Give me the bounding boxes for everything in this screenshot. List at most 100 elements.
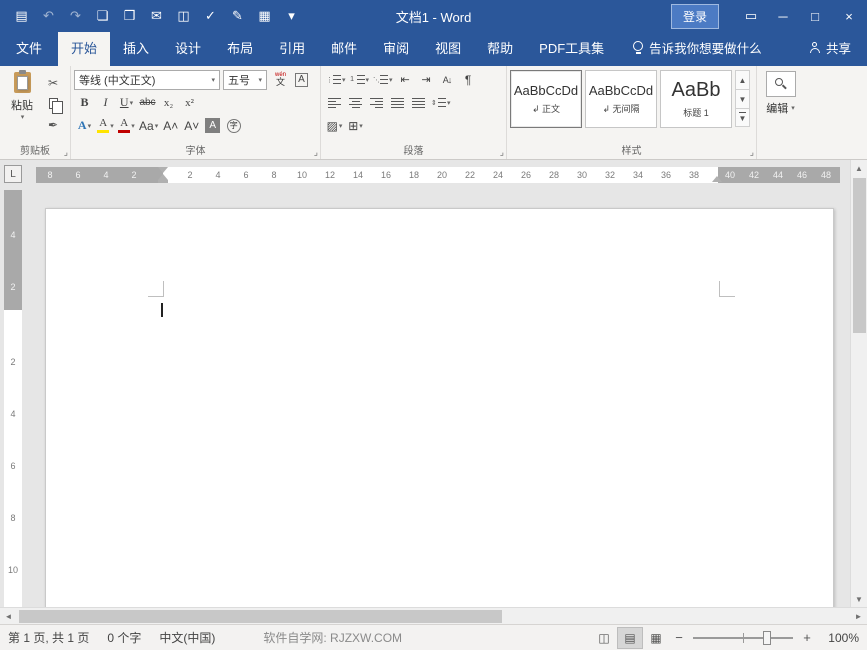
redo-icon[interactable]: ↷	[62, 3, 89, 29]
tab-layout[interactable]: 布局	[214, 30, 266, 66]
save-icon[interactable]: ▤	[8, 3, 35, 29]
undo-icon[interactable]: ↶	[35, 3, 62, 29]
tab-pdf-tools[interactable]: PDF工具集	[526, 30, 617, 66]
tab-view[interactable]: 视图	[422, 30, 474, 66]
justify-button[interactable]	[387, 93, 408, 113]
vertical-scroll-track[interactable]	[851, 176, 867, 591]
sort-button[interactable]: A↓	[437, 70, 458, 90]
zoom-slider[interactable]	[693, 630, 793, 645]
find-button[interactable]	[765, 71, 796, 97]
ribbon-display-options-icon[interactable]: ▭	[735, 0, 767, 32]
font-color-button[interactable]: A ▾	[116, 116, 137, 136]
scroll-left-button[interactable]: ◄	[0, 608, 17, 624]
new-document-icon[interactable]: ❏	[89, 3, 116, 29]
dialog-launcher-icon[interactable]: ⌟	[64, 148, 68, 157]
numbering-button[interactable]: 1 ▾	[348, 70, 372, 90]
maximize-button[interactable]: □	[799, 0, 831, 32]
shrink-font-button[interactable]: A˅	[181, 116, 202, 136]
email-icon[interactable]: ✉	[143, 3, 170, 29]
align-left-button[interactable]	[324, 93, 345, 113]
spelling-check-icon[interactable]: ✓	[197, 3, 224, 29]
tab-mailings[interactable]: 邮件	[318, 30, 370, 66]
highlight-color-button[interactable]: A ▾	[95, 116, 116, 136]
decrease-indent-button[interactable]: ⇤	[395, 70, 416, 90]
vertical-scrollbar[interactable]: ▲ ▼	[850, 160, 867, 607]
tab-file[interactable]: 文件	[0, 30, 58, 66]
dialog-launcher-icon[interactable]: ⌟	[314, 148, 318, 157]
text-effects-button[interactable]: A ▾	[74, 116, 95, 136]
tell-me-box[interactable]: 告诉我你想要做什么	[633, 38, 762, 66]
zoom-level[interactable]: 100%	[817, 631, 859, 645]
align-center-button[interactable]	[345, 93, 366, 113]
multilevel-list-button[interactable]: ⋱ ▾	[371, 70, 395, 90]
scroll-right-button[interactable]: ►	[850, 608, 867, 624]
phonetic-guide-button[interactable]: wén 文	[270, 70, 291, 90]
font-size-combobox[interactable]: 五号 ▾	[223, 69, 267, 90]
borders-button[interactable]: ⊞ ▾	[345, 116, 366, 136]
table-icon[interactable]: ▦	[251, 3, 278, 29]
document-page[interactable]	[45, 208, 834, 607]
page-info[interactable]: 第 1 页, 共 1 页	[8, 629, 89, 646]
shading-button[interactable]: ▨ ▾	[324, 116, 345, 136]
bold-button[interactable]: B	[74, 93, 95, 113]
style-card-normal[interactable]: AaBbCcDd ↲ 正文	[510, 70, 582, 128]
character-shading-button[interactable]: A	[202, 116, 223, 136]
format-painter-button[interactable]: ✒	[41, 115, 65, 134]
tab-review[interactable]: 审阅	[370, 30, 422, 66]
zoom-slider-thumb[interactable]	[763, 630, 771, 645]
style-card-no-spacing[interactable]: AaBbCcDd ↲ 无间隔	[585, 70, 657, 128]
pencil-icon[interactable]: ✎	[224, 3, 251, 29]
first-line-indent-marker[interactable]	[158, 167, 168, 173]
dialog-launcher-icon[interactable]: ⌟	[500, 148, 504, 157]
zoom-in-button[interactable]: +	[797, 627, 817, 649]
editing-menu-button[interactable]: 编辑 ▾	[760, 100, 801, 116]
line-spacing-button[interactable]: ⇕ ▾	[429, 93, 453, 113]
dialog-launcher-icon[interactable]: ⌟	[750, 148, 754, 157]
change-case-button[interactable]: Aa ▾	[137, 116, 160, 136]
styles-more-button[interactable]: ▼	[735, 108, 750, 127]
font-name-combobox[interactable]: 等线 (中文正文) ▾	[74, 69, 220, 90]
bullets-button[interactable]: ⋮ ▾	[324, 70, 348, 90]
paste-button[interactable]: 粘贴 ▾	[3, 69, 41, 134]
print-preview-icon[interactable]: ◫	[170, 3, 197, 29]
right-indent-marker[interactable]	[712, 176, 722, 182]
tab-design[interactable]: 设计	[162, 30, 214, 66]
minimize-button[interactable]: ─	[767, 0, 799, 32]
language-indicator[interactable]: 中文(中国)	[159, 629, 215, 646]
tab-home[interactable]: 开始	[58, 30, 111, 66]
align-right-button[interactable]	[366, 93, 387, 113]
horizontal-scroll-thumb[interactable]	[19, 610, 503, 623]
scroll-down-button[interactable]: ▼	[851, 591, 867, 607]
word-count[interactable]: 0 个字	[107, 629, 141, 646]
qat-customize-icon[interactable]: ▾	[278, 3, 305, 29]
copy-button[interactable]	[41, 94, 65, 114]
web-layout-button[interactable]: ▦	[643, 627, 669, 649]
superscript-button[interactable]: x²	[179, 93, 200, 113]
subscript-button[interactable]: x₂	[158, 93, 179, 113]
strikethrough-button[interactable]: abc	[137, 93, 158, 113]
zoom-out-button[interactable]: −	[669, 627, 689, 649]
tab-help[interactable]: 帮助	[474, 30, 526, 66]
styles-scroll-down-button[interactable]: ▼	[735, 89, 750, 108]
style-card-heading1[interactable]: AaBb 标题 1	[660, 70, 732, 128]
tab-references[interactable]: 引用	[266, 30, 318, 66]
open-file-icon[interactable]: ❒	[116, 3, 143, 29]
tab-insert[interactable]: 插入	[110, 30, 162, 66]
show-hide-marks-button[interactable]: ¶	[458, 70, 479, 90]
left-indent-marker[interactable]	[158, 180, 168, 183]
enclose-characters-button[interactable]: 字	[223, 116, 244, 136]
character-border-button[interactable]: A	[291, 70, 312, 90]
grow-font-button[interactable]: A˄	[160, 116, 181, 136]
cut-button[interactable]: ✂	[41, 73, 65, 92]
italic-button[interactable]: I	[95, 93, 116, 113]
styles-scroll-up-button[interactable]: ▲	[735, 70, 750, 89]
distribute-button[interactable]	[408, 93, 429, 113]
horizontal-scrollbar[interactable]: ◄ ►	[0, 607, 867, 624]
vertical-scroll-thumb[interactable]	[853, 178, 866, 333]
share-button[interactable]: 共享	[794, 38, 867, 66]
increase-indent-button[interactable]: ⇥	[416, 70, 437, 90]
tab-selector-button[interactable]: L	[4, 165, 22, 183]
read-mode-button[interactable]: ◫	[591, 627, 617, 649]
close-button[interactable]: ×	[831, 0, 867, 32]
scroll-up-button[interactable]: ▲	[851, 160, 867, 176]
